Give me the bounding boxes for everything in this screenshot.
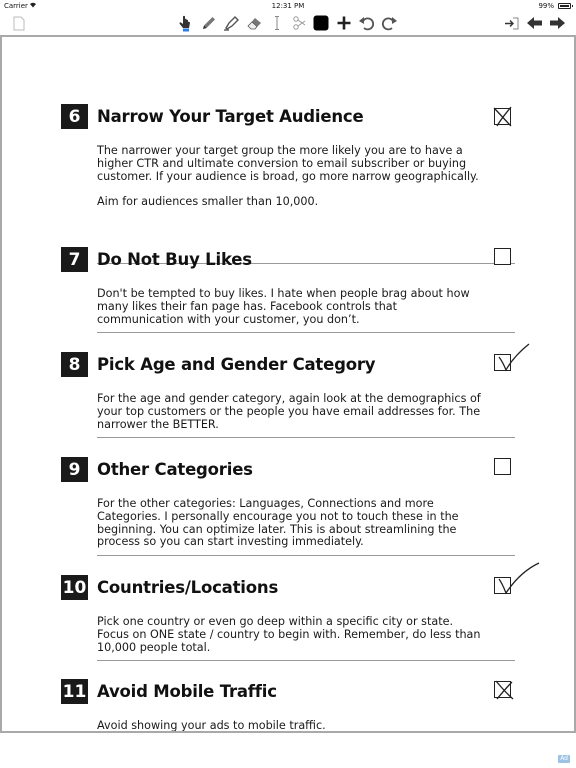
divider [97, 437, 515, 438]
item-paragraph: Aim for audiences smaller than 10,000. [97, 195, 319, 209]
item-title: Countries/Locations [97, 578, 279, 597]
item-checkbox[interactable] [494, 248, 511, 265]
page-icon[interactable] [10, 14, 28, 32]
text-cursor-icon[interactable] [268, 14, 286, 32]
cross-mark-icon [495, 680, 514, 700]
divider [97, 660, 515, 661]
item-title: Avoid Mobile Traffic [97, 682, 277, 701]
add-icon[interactable] [335, 14, 353, 32]
item-number: 10 [61, 575, 88, 600]
item-title: Other Categories [97, 460, 253, 479]
divider [97, 555, 515, 556]
item-number: 6 [61, 104, 88, 129]
item-body: Avoid showing your ads to mobile traffic… [97, 719, 487, 732]
item-paragraph: For the age and gender category, again l… [97, 392, 481, 431]
highlighter-icon[interactable] [222, 14, 240, 32]
divider [97, 332, 515, 333]
pencil-icon[interactable] [200, 14, 218, 32]
item-title: Pick Age and Gender Category [97, 355, 376, 374]
item-paragraph: For the other categories: Languages, Con… [97, 497, 459, 549]
item-body: The narrower your target group the more … [97, 144, 487, 209]
battery-percent: 99% [538, 2, 554, 10]
check-mark-icon [498, 562, 540, 595]
redo-icon[interactable] [380, 14, 398, 32]
document-page[interactable]: 6 Narrow Your Target Audience The narrow… [0, 35, 576, 733]
item-paragraph: Don't be tempted to buy likes. I hate wh… [97, 287, 470, 326]
item-paragraph: The narrower your target group the more … [97, 144, 479, 183]
item-title: Do Not Buy Likes [97, 250, 252, 269]
clock: 12:31 PM [271, 2, 305, 10]
eraser-icon[interactable] [245, 14, 263, 32]
item-body: For the age and gender category, again l… [97, 392, 487, 431]
check-mark-icon [498, 343, 530, 372]
prev-page-icon[interactable] [525, 14, 543, 32]
color-swatch-icon[interactable] [312, 14, 330, 32]
export-icon[interactable] [502, 14, 520, 32]
item-paragraph: Pick one country or even go deep within … [97, 615, 481, 654]
ad-badge: Ad [558, 755, 570, 763]
item-checkbox[interactable] [494, 458, 511, 475]
item-body: For the other categories: Languages, Con… [97, 497, 487, 549]
annotation-toolbar [0, 12, 576, 34]
scissors-icon[interactable] [290, 14, 308, 32]
hand-pointer-icon[interactable] [176, 14, 194, 32]
item-number: 8 [61, 352, 88, 377]
cross-mark-icon [493, 106, 512, 127]
item-body: Pick one country or even go deep within … [97, 615, 487, 654]
item-title: Narrow Your Target Audience [97, 107, 364, 126]
item-number: 9 [61, 457, 88, 482]
next-page-icon[interactable] [548, 14, 566, 32]
item-body: Don't be tempted to buy likes. I hate wh… [97, 287, 487, 326]
item-paragraph: Avoid showing your ads to mobile traffic… [97, 719, 326, 732]
item-number: 11 [61, 679, 88, 704]
status-bar: Carrier 12:31 PM 99% [0, 0, 576, 12]
undo-icon[interactable] [357, 14, 375, 32]
item-number: 7 [61, 247, 88, 272]
battery-icon [558, 3, 573, 9]
